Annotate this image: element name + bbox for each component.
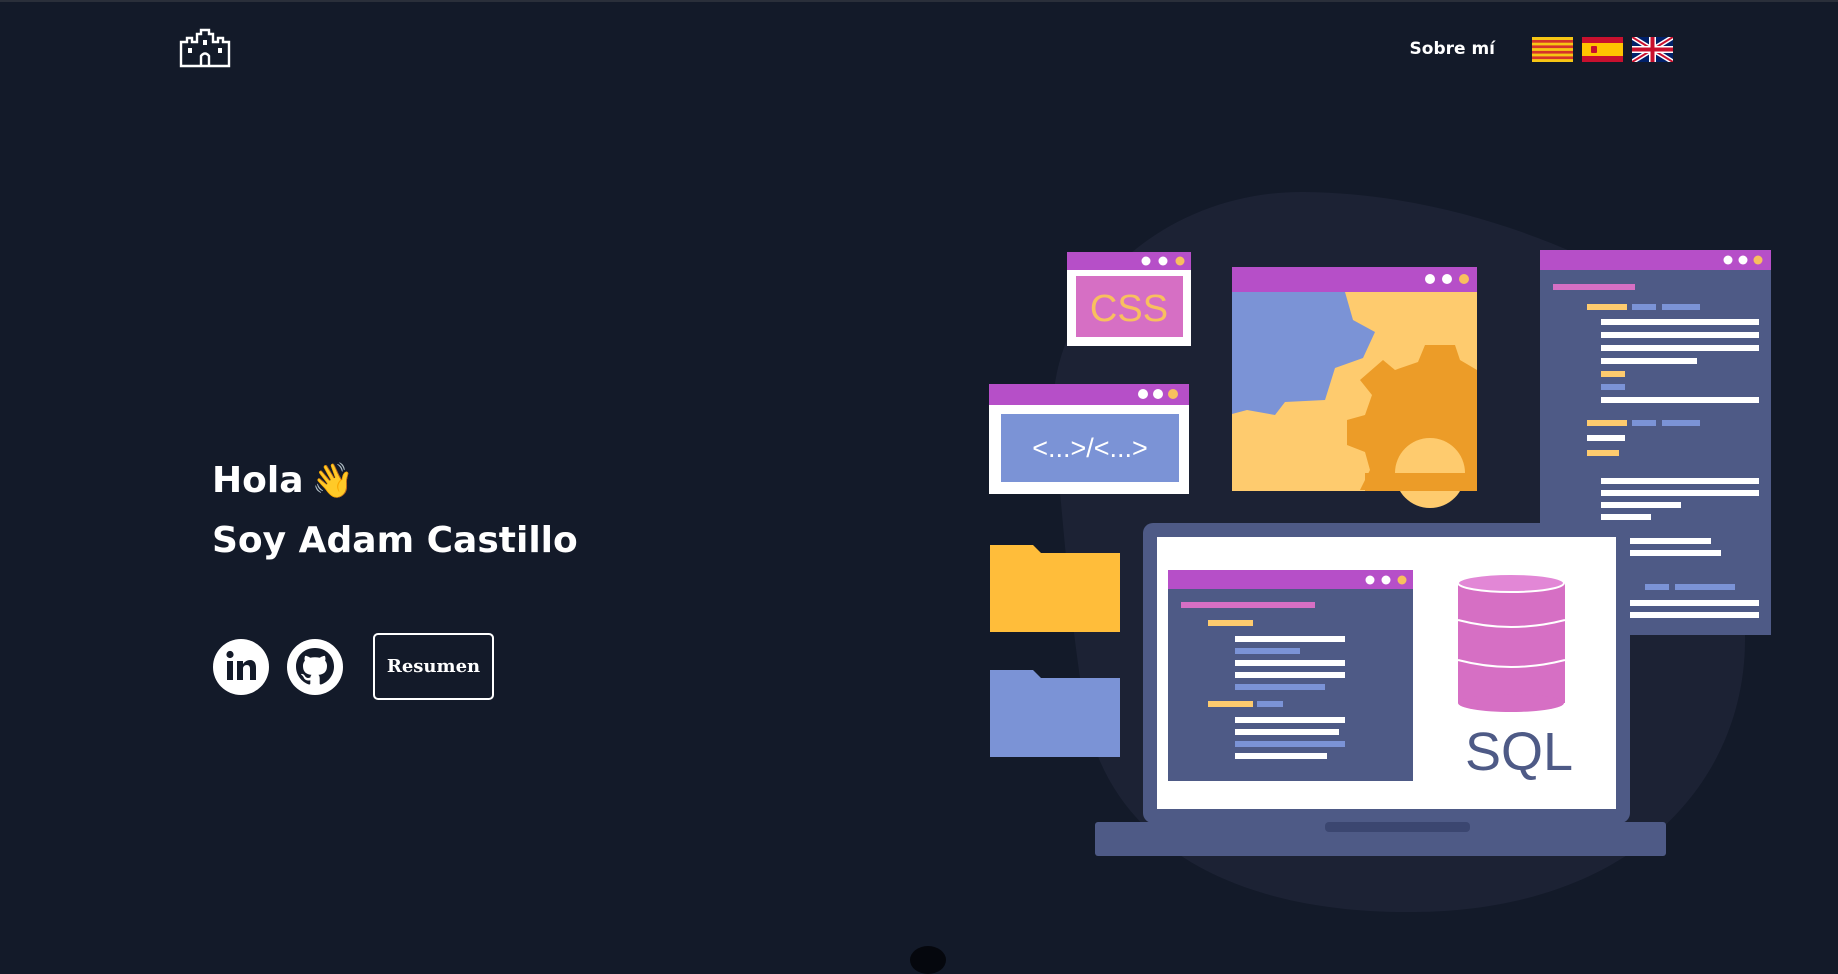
html-tag-label: <...>/<...> [1032, 433, 1148, 463]
catalan-flag-icon[interactable] [1532, 36, 1573, 62]
github-icon[interactable] [286, 638, 344, 696]
sql-label: SQL [1465, 722, 1573, 782]
top-nav: Sobre mí [1410, 36, 1673, 62]
top-border [0, 0, 1838, 2]
greeting-text: Hola [212, 460, 304, 501]
castle-icon[interactable] [179, 28, 231, 68]
waving-hand-emoji: 👋 [311, 461, 354, 501]
hero-intro: Hola 👋 Soy Adam Castillo [212, 456, 578, 566]
hero-actions: Resumen [212, 633, 494, 700]
scroll-indicator [910, 946, 946, 974]
uk-flag-icon[interactable] [1632, 36, 1673, 62]
css-label: CSS [1090, 288, 1168, 330]
linkedin-icon[interactable] [212, 638, 270, 696]
developer-illustration: CSS <...>/<...> SQL [989, 191, 1771, 913]
nav-link-about[interactable]: Sobre mí [1410, 39, 1495, 59]
resume-button[interactable]: Resumen [373, 633, 494, 700]
greeting-line: Hola 👋 [212, 456, 578, 506]
spanish-flag-icon[interactable] [1582, 36, 1623, 62]
name-heading: Soy Adam Castillo [212, 520, 578, 561]
